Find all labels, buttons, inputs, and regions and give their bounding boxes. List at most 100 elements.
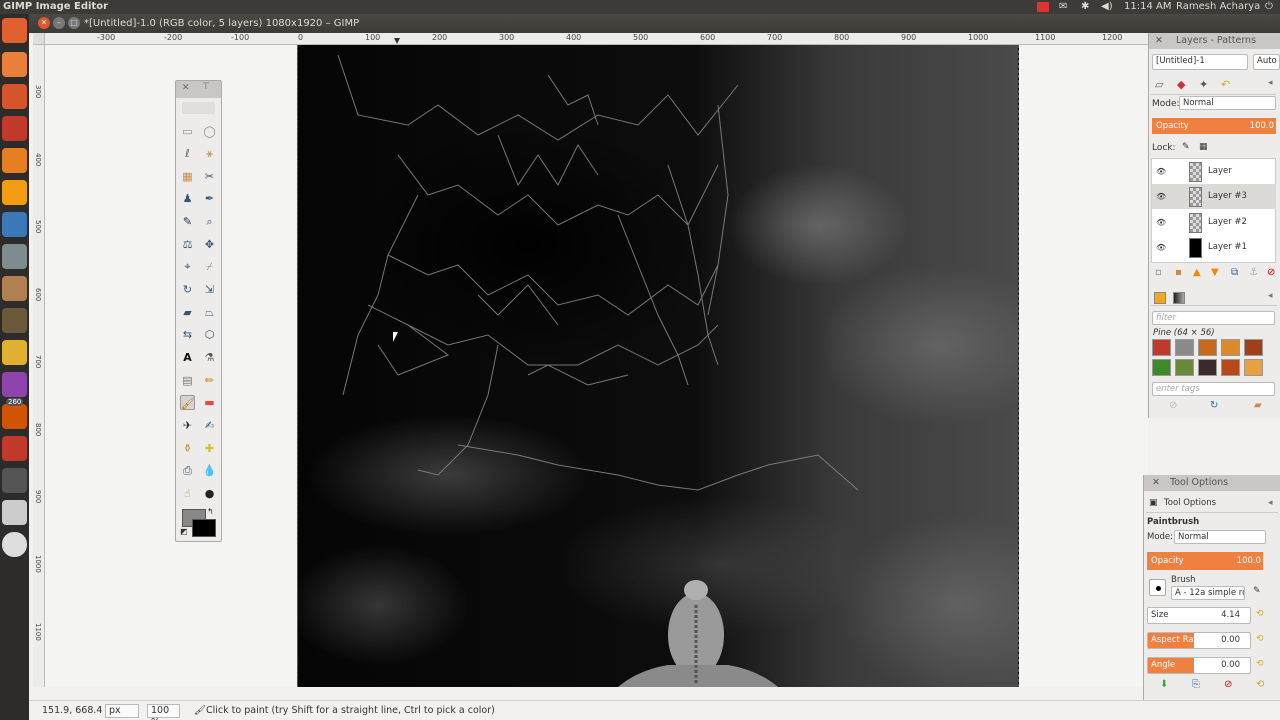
reset-size-icon[interactable]: ⟲ — [1256, 609, 1264, 619]
duplicate-layer-icon[interactable]: ⧉ — [1231, 267, 1238, 278]
flip-icon[interactable]: ⇆ — [180, 327, 195, 342]
move-icon[interactable]: ✥ — [202, 237, 217, 252]
update-manager-icon[interactable]: 260 — [2, 398, 27, 429]
color-picker-icon[interactable]: ✎ — [180, 214, 195, 229]
paths-icon[interactable]: ✒ — [202, 191, 217, 206]
scale-icon[interactable]: ⇲ — [202, 282, 217, 297]
align-icon[interactable]: ⌖ — [180, 259, 195, 274]
background-color-swatch[interactable] — [192, 519, 216, 537]
dock-menu-icon[interactable]: ◂ — [1268, 78, 1273, 88]
layer-mode-select[interactable]: Normal — [1179, 96, 1276, 110]
maximize-window-button[interactable]: □ — [68, 17, 80, 29]
pattern-swatch[interactable] — [1152, 359, 1171, 376]
app-icon[interactable] — [2, 308, 27, 333]
auto-button[interactable]: Auto — [1253, 54, 1280, 70]
layers-dock-header[interactable]: ✕ Layers - Patterns — [1149, 33, 1280, 49]
layer-row-selected[interactable]: 👁 Layer #3 — [1152, 184, 1276, 209]
aspect-ratio-slider[interactable]: Aspect Ratio 0.00 — [1147, 632, 1251, 649]
pattern-tags-input[interactable]: enter tags — [1152, 382, 1275, 396]
visibility-eye-icon[interactable]: 👁 — [1156, 159, 1166, 184]
restore-tool-preset-icon[interactable]: ⎘ — [1192, 679, 1200, 690]
bucket-fill-icon[interactable]: ⚗ — [202, 350, 217, 365]
default-colors-icon[interactable]: ◩ — [180, 527, 188, 536]
tool-mode-select[interactable]: Normal — [1174, 530, 1266, 544]
reset-aspect-icon[interactable]: ⟲ — [1256, 634, 1264, 644]
tab-layers-icon[interactable]: ▱ — [1155, 78, 1163, 91]
brush-preview[interactable] — [1149, 579, 1166, 596]
lock-pixels-icon[interactable]: ✎ — [1182, 142, 1190, 152]
pattern-refresh-icon[interactable]: ↻ — [1210, 400, 1218, 411]
tab-gradients-icon[interactable] — [1173, 292, 1185, 304]
delete-tool-preset-icon[interactable]: ⊘ — [1224, 679, 1232, 690]
drive-icon[interactable] — [2, 500, 27, 525]
terminal-icon[interactable] — [2, 468, 27, 493]
pattern-swatch[interactable] — [1221, 359, 1240, 376]
tool-options-header[interactable]: ✕ Tool Options — [1144, 475, 1280, 491]
angle-slider[interactable]: Angle 0.00 — [1147, 657, 1251, 674]
tab-channels-icon[interactable]: ◆ — [1177, 78, 1185, 91]
ruler-corner[interactable] — [33, 33, 45, 45]
foreground-select-icon[interactable]: ♟ — [180, 191, 195, 206]
pattern-delete-icon[interactable]: ⊘ — [1169, 400, 1177, 411]
user-name[interactable]: Ramesh Acharya — [1176, 0, 1260, 14]
new-layer-icon[interactable]: ▫ — [1155, 267, 1162, 278]
inkscape-icon[interactable] — [2, 276, 27, 301]
pencil-icon[interactable]: ✏ — [202, 373, 217, 388]
clone-icon[interactable]: ⚱ — [180, 441, 195, 456]
disc-icon[interactable] — [2, 532, 27, 557]
minimize-window-button[interactable]: – — [53, 17, 65, 29]
image-viewer-icon[interactable] — [2, 212, 27, 237]
software-center-icon[interactable] — [2, 84, 27, 109]
pattern-swatch[interactable] — [1175, 339, 1194, 356]
brush-select[interactable]: A - 12a simple roun — [1171, 586, 1245, 600]
pin-toolbox-icon[interactable]: ⊤ — [202, 82, 210, 92]
visibility-eye-icon[interactable]: 👁 — [1156, 184, 1166, 209]
perspective-clone-icon[interactable]: ⎙ — [180, 463, 195, 478]
measure-icon[interactable]: ⚖ — [180, 237, 195, 252]
tool-options-menu-icon[interactable]: ◂ — [1268, 498, 1273, 508]
toolbox-drop-area[interactable] — [182, 102, 215, 114]
settings-icon[interactable] — [2, 116, 27, 141]
toolbox-header[interactable]: ✕ ⊤ — [176, 81, 221, 98]
tab-patterns-icon[interactable] — [1154, 292, 1166, 304]
scissors-icon[interactable]: ✂ — [202, 169, 217, 184]
blur-icon[interactable]: 💧 — [202, 463, 217, 478]
text-tool-icon[interactable]: A — [180, 350, 195, 365]
horizontal-ruler[interactable]: -300 -200 -100 0 100 200 300 400 500 600… — [45, 33, 1148, 45]
brush-size-slider[interactable]: Size 4.14 — [1147, 607, 1251, 624]
shear-icon[interactable]: ▰ — [180, 305, 195, 320]
pattern-swatch[interactable] — [1198, 359, 1217, 376]
close-tool-options-icon[interactable]: ✕ — [1152, 475, 1160, 491]
pattern-swatch[interactable] — [1175, 359, 1194, 376]
record-indicator-icon[interactable] — [1037, 2, 1049, 12]
close-toolbox-icon[interactable]: ✕ — [182, 83, 190, 93]
new-group-icon[interactable]: ▪ — [1175, 267, 1182, 278]
close-dock-icon[interactable]: ✕ — [1155, 33, 1163, 49]
video-editor-icon[interactable] — [2, 372, 27, 397]
tab-undo-icon[interactable]: ↶ — [1221, 78, 1230, 91]
ellipse-select-icon[interactable]: ◯ — [202, 124, 217, 139]
pattern-open-folder-icon[interactable]: ▰ — [1254, 400, 1262, 411]
zoom-select[interactable]: 100 % — [147, 704, 180, 720]
lower-layer-icon[interactable]: ▼ — [1211, 267, 1219, 278]
layer-row[interactable]: 👁 Layer — [1152, 159, 1276, 184]
dash-icon[interactable] — [2, 18, 27, 43]
tool-options-tab[interactable]: ▣ Tool Options ◂ — [1146, 495, 1278, 513]
firefox-icon[interactable] — [2, 148, 27, 173]
zoom-icon[interactable]: ⌕ — [202, 214, 217, 229]
free-select-icon[interactable]: ℓ — [180, 146, 195, 161]
rect-select-icon[interactable]: ▭ — [180, 124, 195, 139]
pattern-swatch[interactable] — [1244, 359, 1263, 376]
layer-row[interactable]: 👁 Layer #2 — [1152, 210, 1276, 235]
anchor-layer-icon[interactable]: ⚓ — [1249, 267, 1258, 278]
vlc-icon[interactable] — [2, 180, 27, 205]
edit-brush-icon[interactable]: ✎ — [1253, 586, 1261, 596]
heal-icon[interactable]: ✚ — [202, 441, 217, 456]
power-icon[interactable]: ⏻ — [1265, 0, 1273, 14]
raise-layer-icon[interactable]: ▲ — [1193, 267, 1201, 278]
eraser-icon[interactable]: ▬ — [202, 395, 217, 410]
pattern-filter-input[interactable]: filter — [1152, 311, 1275, 325]
cage-transform-icon[interactable]: ⬡ — [202, 327, 217, 342]
visibility-eye-icon[interactable]: 👁 — [1156, 235, 1166, 260]
delete-layer-icon[interactable]: ⊘ — [1267, 267, 1275, 278]
